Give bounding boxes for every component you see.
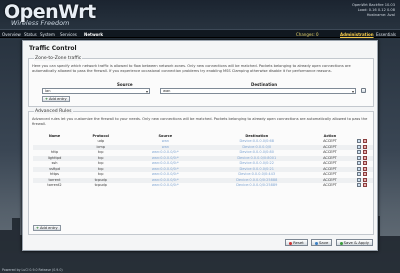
administration-link[interactable]: Administration [340,32,374,37]
edit-icon[interactable] [357,177,362,182]
source-zone-select[interactable]: lan ▾ [42,88,150,94]
menu-item-network[interactable]: Network [84,32,103,37]
header: OpenWrt Wireless Freedom OpenWrt Backfir… [0,0,400,29]
page-title: Traffic Control [29,45,77,52]
chevron-down-icon: ▾ [351,89,354,94]
add-rule-button[interactable]: +Add entry [33,225,61,231]
edit-icon[interactable] [357,172,362,176]
delete-icon[interactable] [363,150,368,154]
zone-to-zone-section: Zone-to-Zone traffic Here you can specif… [28,56,374,107]
rule-destination-cell: Device:0.0.0.0/0:25889 [236,183,278,187]
delete-icon[interactable] [363,155,368,160]
menu-item-services[interactable]: Services [60,32,77,37]
delete-icon[interactable] [363,161,368,165]
changes-indicator[interactable]: Changes: 0 [296,32,319,37]
delete-icon[interactable] [363,183,368,187]
advanced-rules-section: Advanced Rules Advanced rules let you cu… [28,109,374,235]
system-info: OpenWrt Backfire 10.03 Load: 0.16 0.12 0… [352,3,395,18]
add-entry-label: Add entry [49,97,67,101]
delete-icon[interactable] [363,139,368,143]
rule-source-cell: wan:0.0.0.0/0:* [151,183,179,187]
save-apply-button[interactable]: Save & Apply [335,239,373,246]
menu-item-overview[interactable]: Overview [2,32,21,37]
form-actions: Reset Save Save & Apply [283,239,373,246]
rules-body: udp wan Device:0.0.0.0/0:68 ACCEPT icmp wan De… [33,139,373,189]
advanced-rules-description: Advanced rules let you customize the fir… [32,117,368,126]
delete-icon[interactable] [363,166,368,171]
save-icon [314,241,318,245]
edit-icon[interactable] [357,166,362,171]
slogan: Wireless Freedom [11,19,70,27]
reset-icon [289,241,293,245]
plus-icon: + [45,97,49,101]
reset-label: Reset [293,240,304,245]
destination-zone-value: wan [163,89,171,93]
advanced-rules-legend: Advanced Rules [34,109,73,114]
add-entry-label: Add entry [40,226,58,230]
rule-tools-cell [351,183,373,189]
essentials-link[interactable]: Essentials [376,32,396,37]
edit-icon[interactable] [357,183,362,187]
source-column-header: Source [117,82,133,87]
plus-icon: + [36,226,40,230]
save-label: Save [318,240,329,245]
save-apply-label: Save & Apply [343,240,369,245]
zone-to-zone-description: Here you can specify which network traff… [32,64,351,73]
destination-column-header: Destination [251,82,278,87]
edit-icon[interactable] [357,155,362,160]
edit-icon[interactable] [357,161,362,165]
source-zone-value: lan [45,89,51,93]
table-row: torrent2 tcpudp wan:0.0.0.0/0:* Device:0.0.… [33,183,373,189]
sysinfo-line: Hostname: Aval [366,13,395,17]
reset-button[interactable]: Reset [285,239,308,246]
edit-icon[interactable] [357,150,362,154]
rule-name-cell: torrent2 [47,183,62,187]
delete-icon[interactable] [363,144,368,149]
edit-icon[interactable] [357,139,362,143]
chevron-down-icon: ▾ [145,89,148,94]
delete-icon[interactable] [363,172,368,176]
save-button[interactable]: Save [310,239,333,246]
destination-zone-select[interactable]: wan ▾ [160,88,356,94]
rule-protocol-cell: tcpudp [94,183,107,187]
rule-action-cell: ACCEPT [323,183,337,187]
menu-item-status[interactable]: Status [24,32,37,37]
rules-table: Name Protocol Source Destination Action … [33,134,373,189]
add-zone-entry-button[interactable]: +Add entry [42,96,70,102]
menu-item-system[interactable]: System [40,32,55,37]
main-menu: Overview Status System Services Network … [0,29,400,38]
zone-to-zone-legend: Zone-to-Zone traffic [34,56,83,61]
delete-icon[interactable] [363,177,368,182]
apply-icon [339,241,343,245]
delete-zone-entry-button[interactable] [361,88,366,93]
edit-icon[interactable] [357,144,362,149]
powered-by: Powered by LuCI 0.9.0 Release (0.9.0) [2,268,63,272]
content-panel: Traffic Control Zone-to-Zone traffic Her… [22,40,378,251]
